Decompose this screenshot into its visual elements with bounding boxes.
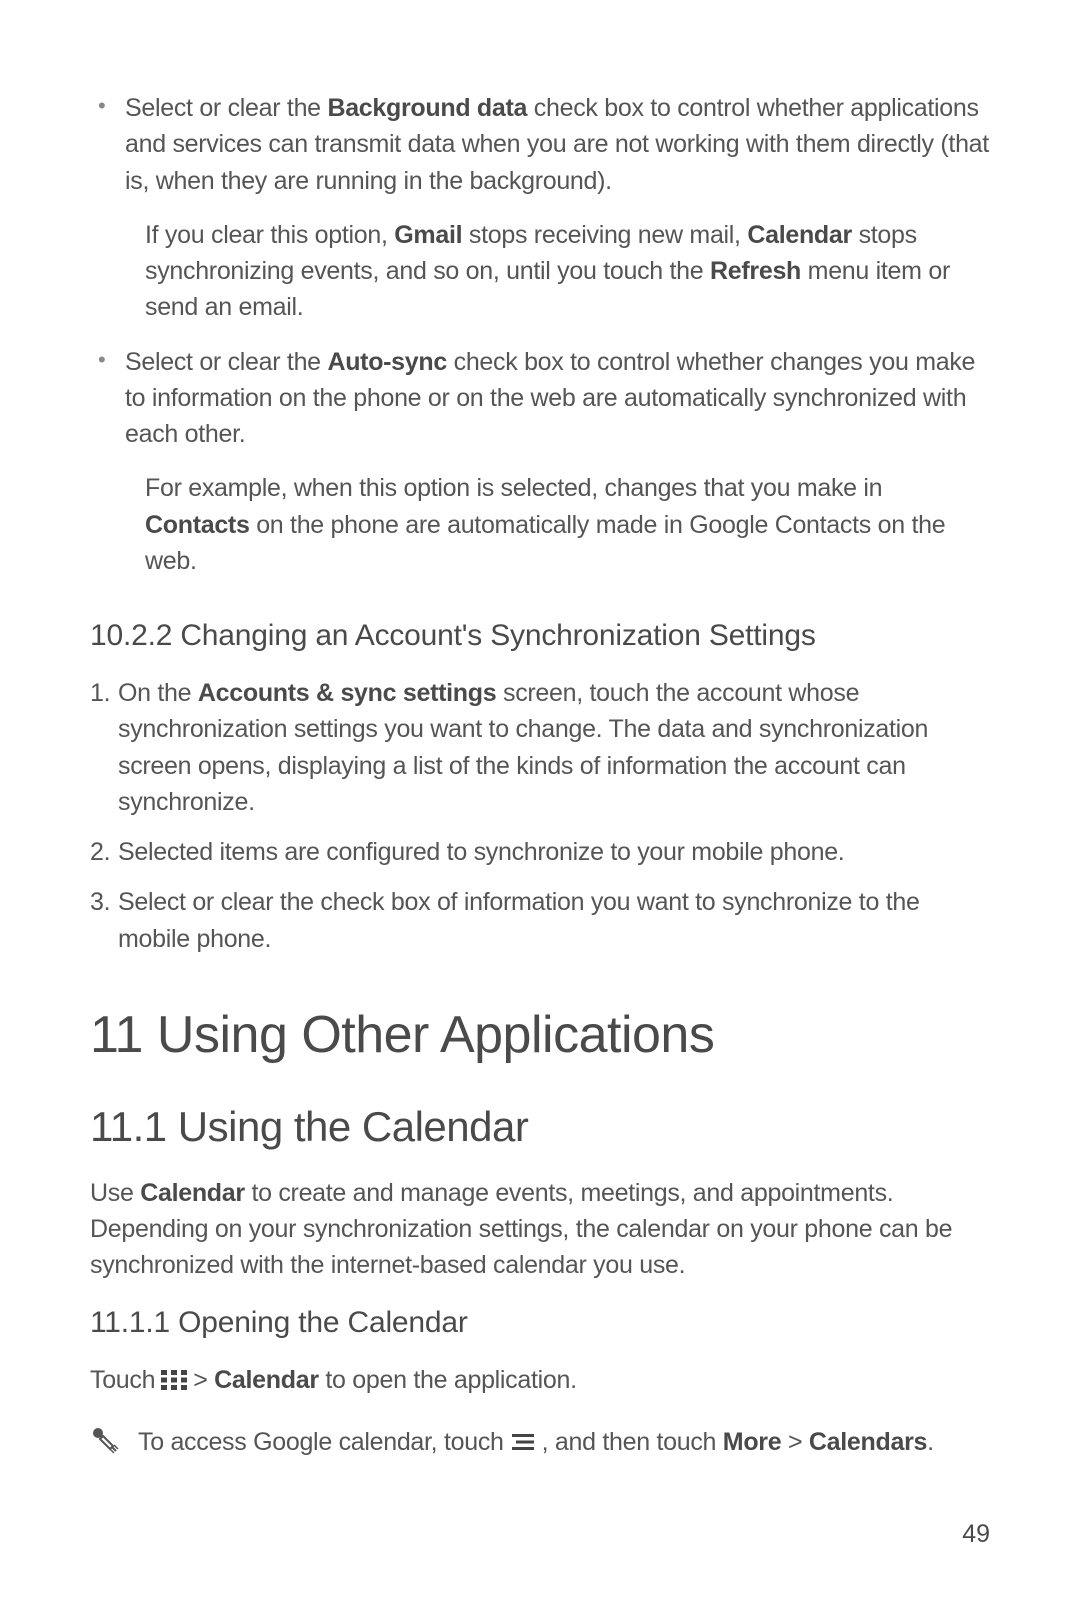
heading-10-2-2: 10.2.2 Changing an Account's Synchroniza… xyxy=(90,619,990,653)
step-1-bold-1: Accounts & sync settings xyxy=(198,679,496,707)
bullet2-sub-paragraph: For example, when this option is selecte… xyxy=(90,470,990,579)
tip-conn-2: > xyxy=(781,1428,809,1456)
tip-text-1: To access Google calendar, touch xyxy=(138,1424,504,1460)
step-1-text-1: On the xyxy=(118,679,198,707)
step-1-number: 1. xyxy=(90,675,110,711)
bullet-auto-sync: Select or clear the Auto-sync check box … xyxy=(90,344,990,453)
bullet1-sub-bold-3: Refresh xyxy=(710,257,801,285)
bullet-list-sync-options: Select or clear the Background data chec… xyxy=(90,90,990,579)
bullet1-bold-1: Background data xyxy=(327,94,527,122)
bullet2-sub-bold-1: Contacts xyxy=(145,511,250,539)
step-3: 3. Select or clear the check box of info… xyxy=(90,884,990,957)
bullet2-sub-text-2: on the phone are automatically made in G… xyxy=(145,511,945,575)
touch-text-3: to open the application. xyxy=(319,1366,577,1394)
step-2-number: 2. xyxy=(90,834,110,870)
bullet2-text-1: Select or clear the xyxy=(125,348,327,376)
touch-arrow: > xyxy=(193,1366,214,1394)
paragraph-11-1: Use Calendar to create and manage events… xyxy=(90,1175,990,1284)
bullet1-sub-text-2: stops receiving new mail, xyxy=(462,221,747,249)
tip-bold-1: More xyxy=(723,1428,782,1456)
touch-bold-1: Calendar xyxy=(214,1366,319,1394)
numbered-steps-10-2-2: 1. On the Accounts & sync settings scree… xyxy=(90,675,990,957)
tip-conn-1: , and then touch xyxy=(542,1428,723,1456)
heading-11-1: 11.1 Using the Calendar xyxy=(90,1103,990,1151)
menu-lines-icon xyxy=(510,1432,536,1452)
step-2: 2. Selected items are configured to sync… xyxy=(90,834,990,870)
step-2-text: Selected items are configured to synchro… xyxy=(118,838,844,866)
para-11-1-bold-1: Calendar xyxy=(140,1179,245,1207)
heading-11: 11 Using Other Applications xyxy=(90,1005,990,1065)
bullet1-sub-text-1: If you clear this option, xyxy=(145,221,394,249)
step-3-number: 3. xyxy=(90,884,110,920)
touch-instruction-line: Touch > Calendar to open the application… xyxy=(90,1362,990,1398)
tip-conn-3: . xyxy=(927,1428,934,1456)
apps-grid-icon xyxy=(161,1370,187,1390)
bullet2-sub-text-1: For example, when this option is selecte… xyxy=(145,474,882,502)
bullet-background-data: Select or clear the Background data chec… xyxy=(90,90,990,199)
bullet1-sub-bold-1: Gmail xyxy=(394,221,462,249)
tip-bold-2: Calendars xyxy=(809,1428,927,1456)
bullet1-sub-paragraph: If you clear this option, Gmail stops re… xyxy=(90,217,990,326)
page-number: 49 xyxy=(962,1520,990,1549)
touch-text-2: > Calendar to open the application. xyxy=(193,1362,577,1398)
tip-line: To access Google calendar, touch , and t… xyxy=(90,1424,990,1460)
tip-icon xyxy=(90,1427,120,1457)
bullet2-bold-1: Auto-sync xyxy=(327,348,447,376)
bullet1-sub-bold-2: Calendar xyxy=(747,221,852,249)
step-3-text: Select or clear the check box of informa… xyxy=(118,888,920,952)
bullet1-text-1: Select or clear the xyxy=(125,94,327,122)
tip-text-2: , and then touch More > Calendars. xyxy=(542,1424,934,1460)
para-11-1-text-1: Use xyxy=(90,1179,140,1207)
touch-text-1: Touch xyxy=(90,1362,155,1398)
heading-11-1-1: 11.1.1 Opening the Calendar xyxy=(90,1306,990,1340)
step-1: 1. On the Accounts & sync settings scree… xyxy=(90,675,990,820)
